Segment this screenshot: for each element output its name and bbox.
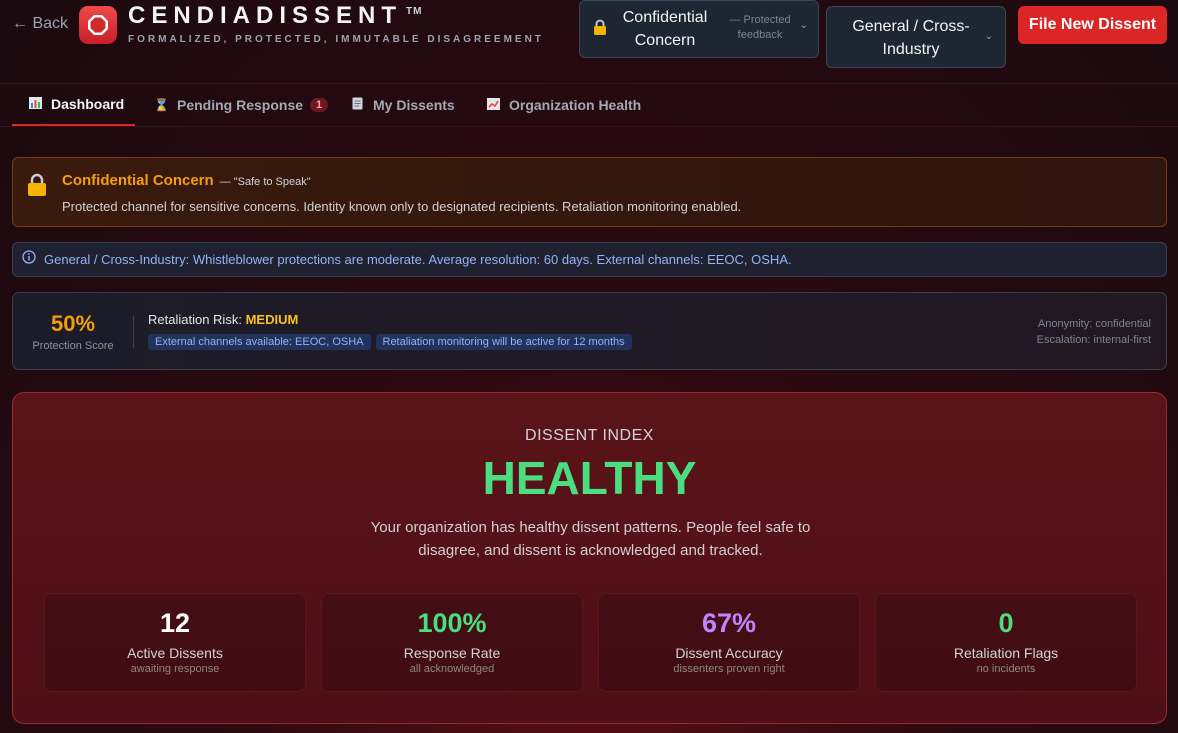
brand-subtitle: FORMALIZED, PROTECTED, IMMUTABLE DISAGRE… [128, 34, 544, 45]
tab-organization-health[interactable]: Organization Health [486, 84, 641, 126]
trademark-mark: TM [406, 6, 423, 17]
stat-value: 67% [701, 608, 757, 638]
stat-sublabel: all acknowledged [409, 663, 495, 675]
industry-select-value: General / Cross-Industry [852, 18, 970, 58]
bar-chart-icon [28, 96, 42, 112]
stat-label: Retaliation Flags [953, 645, 1059, 661]
tab-pending-response[interactable]: ⌛ Pending Response 1 [154, 84, 329, 126]
tab-bar: Dashboard ⌛ Pending Response 1 My Dissen… [0, 84, 1178, 127]
industry-select[interactable]: General / Cross-Industry ⌄ [826, 6, 1006, 68]
dissent-index-heading: DISSENT INDEX [525, 427, 654, 444]
confidential-concern-banner: Confidential Concern — "Safe to Speak" Pr… [12, 157, 1167, 227]
stat-value: 100% [417, 608, 487, 638]
chevron-down-icon: ⌄ [984, 31, 993, 42]
tab-label: Dashboard [51, 96, 125, 112]
hourglass-icon: ⌛ [154, 98, 169, 112]
stat-label: Response Rate [403, 645, 501, 661]
retaliation-risk-value: MEDIUM [245, 312, 299, 327]
dissent-index-card: DISSENT INDEX HEALTHY Your organization … [12, 392, 1167, 724]
document-icon [350, 97, 364, 113]
stat-card-active-dissents: 12 Active Dissents awaiting response [44, 593, 306, 692]
stat-value: 12 [159, 608, 191, 638]
tab-dashboard[interactable]: Dashboard [12, 84, 135, 126]
banner-description: Protected channel for sensitive concerns… [62, 199, 742, 214]
back-button[interactable]: ← Back [12, 15, 68, 33]
info-text: General / Cross-Industry: Whistleblower … [44, 252, 792, 267]
protection-score-label: Protection Score [32, 340, 114, 352]
confidentiality-select-value: Confidential Concern [622, 9, 708, 49]
brand-title: CENDIADISSENT TM [128, 2, 423, 29]
confidentiality-select[interactable]: Confidential Concern — Protected feedbac… [579, 0, 819, 58]
stat-sublabel: awaiting response [130, 663, 220, 675]
retaliation-monitoring-chip: Retaliation monitoring will be active fo… [375, 334, 632, 350]
lock-icon [593, 19, 607, 41]
banner-title: Confidential Concern — "Safe to Speak" [62, 172, 311, 189]
info-icon [22, 250, 36, 269]
stat-card-retaliation-flags: 0 Retaliation Flags no incidents [875, 593, 1137, 692]
stat-value: 0 [998, 608, 1014, 638]
tab-label: My Dissents [373, 97, 455, 113]
retaliation-risk: Retaliation Risk: MEDIUM [148, 312, 299, 327]
dissent-index-status: HEALTHY [482, 452, 697, 504]
stat-sublabel: dissenters proven right [673, 663, 785, 675]
tab-label: Organization Health [509, 97, 642, 113]
stop-octagon-icon [79, 6, 117, 44]
stat-card-dissent-accuracy: 67% Dissent Accuracy dissenters proven r… [598, 593, 860, 692]
industry-info-bar: General / Cross-Industry: Whistleblower … [12, 242, 1167, 277]
stat-sublabel: no incidents [976, 663, 1036, 675]
tab-label: Pending Response [177, 97, 304, 113]
divider [133, 316, 134, 348]
tab-my-dissents[interactable]: My Dissents [350, 84, 455, 126]
banner-tagline: — "Safe to Speak" [219, 176, 311, 188]
dissent-index-description: Your organization has healthy dissent pa… [370, 519, 811, 559]
confidentiality-select-hint: — Protected feedback [729, 14, 791, 41]
app-header: ← Back CENDIADISSENT TM FORMALIZED, PROTE… [0, 0, 1178, 84]
lock-icon [27, 173, 47, 202]
protection-summary-card: 50% Protection Score Retaliation Risk: M… [12, 292, 1167, 370]
file-new-dissent-button[interactable]: File New Dissent [1018, 6, 1167, 44]
protection-chips: External channels available: EEOC, OSHA … [148, 334, 632, 350]
stat-label: Active Dissents [127, 645, 223, 661]
anonymity-level: Anonymity: confidential [1037, 318, 1151, 330]
protection-meta: Anonymity: confidential Escalation: inte… [1037, 316, 1151, 348]
external-channels-chip: External channels available: EEOC, OSHA [148, 334, 371, 350]
stat-card-response-rate: 100% Response Rate all acknowledged [321, 593, 583, 692]
stat-label: Dissent Accuracy [675, 645, 783, 661]
protection-score-value: 50% [50, 311, 96, 336]
escalation-path: Escalation: internal-first [1036, 334, 1151, 346]
pending-count-badge: 1 [310, 98, 329, 112]
trend-chart-icon [486, 97, 500, 113]
chevron-down-icon: ⌄ [799, 20, 808, 31]
